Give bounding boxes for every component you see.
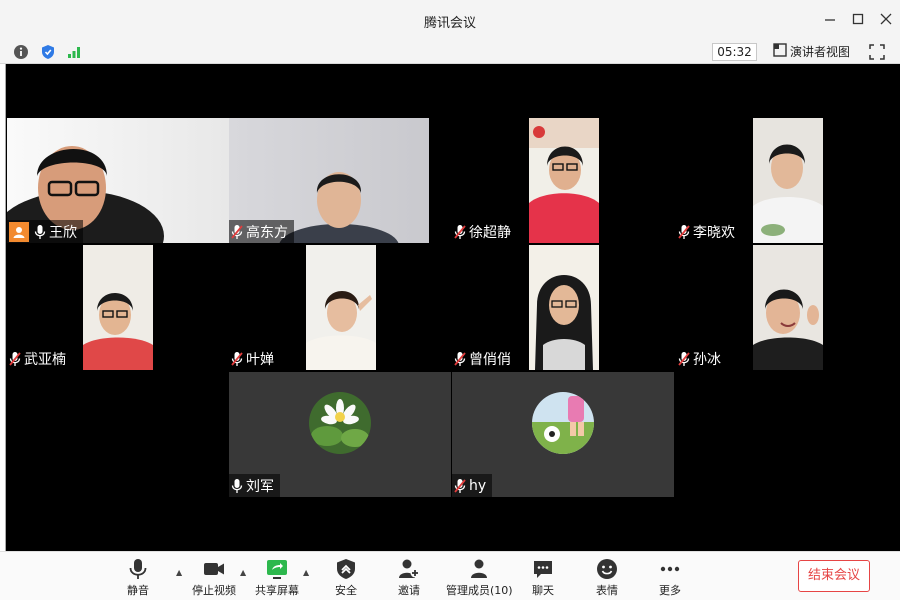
- participant-name: 叶婵: [246, 351, 274, 368]
- microphone-icon: [129, 559, 147, 579]
- close-icon[interactable]: [878, 11, 894, 27]
- stop-video-label: 停止视频: [192, 584, 236, 597]
- invite-label: 邀请: [398, 584, 420, 597]
- meeting-timer: 05:32: [712, 43, 757, 61]
- video-tile-3[interactable]: 徐超静: [452, 118, 674, 243]
- security-button[interactable]: 安全: [335, 558, 357, 598]
- mic-muted-icon: [454, 478, 466, 493]
- chat-button[interactable]: 聊天: [532, 558, 554, 598]
- window-title: 腾讯会议: [423, 16, 476, 31]
- manage-members-button[interactable]: 管理成员(10): [446, 558, 513, 598]
- chat-icon: [534, 561, 552, 578]
- title-bar: 腾讯会议: [0, 0, 900, 40]
- video-tile-7[interactable]: 曾俏俏: [452, 245, 674, 370]
- minimize-icon[interactable]: [822, 11, 838, 27]
- participant-video: [306, 245, 376, 370]
- video-tile-8[interactable]: 孙冰: [676, 245, 898, 370]
- participant-video: [753, 118, 823, 243]
- participant-nametag: 叶婵: [229, 347, 280, 370]
- participant-nametag: 刘军: [229, 474, 280, 497]
- mic-icon: [231, 478, 243, 493]
- mic-muted-icon: [678, 351, 690, 366]
- stop-video-button[interactable]: 停止视频: [192, 558, 236, 598]
- mute-label: 静音: [127, 584, 149, 597]
- mic-muted-icon: [231, 351, 243, 366]
- participant-name: 刘军: [246, 478, 274, 495]
- video-tile-5[interactable]: 武亚楠: [7, 245, 229, 370]
- emoji-icon: [597, 559, 617, 579]
- participant-nametag: 高东方: [229, 220, 294, 243]
- participant-avatar: [309, 392, 371, 454]
- shield-icon: [337, 559, 355, 579]
- fullscreen-icon[interactable]: [868, 43, 886, 61]
- end-meeting-button[interactable]: 结束会议: [798, 560, 870, 592]
- more-button[interactable]: 更多: [659, 558, 681, 598]
- participant-name: 孙冰: [693, 351, 721, 368]
- participant-name: 王欣: [49, 224, 77, 241]
- more-icon: [660, 566, 680, 572]
- more-label: 更多: [659, 584, 681, 597]
- participant-name: 徐超静: [469, 224, 511, 241]
- participant-name: 李晓欢: [693, 224, 735, 241]
- speaker-view-icon: [773, 42, 787, 62]
- signal-icon[interactable]: [66, 44, 82, 60]
- participant-nametag: 武亚楠: [7, 347, 72, 370]
- members-icon: [471, 559, 488, 578]
- share-screen-icon: [267, 560, 287, 579]
- reactions-button[interactable]: 表情: [596, 558, 618, 598]
- mute-button[interactable]: 静音: [127, 558, 149, 598]
- video-tile-10[interactable]: hy: [452, 372, 674, 497]
- participant-video: [753, 245, 823, 370]
- video-tile-6[interactable]: 叶婵: [229, 245, 451, 370]
- share-options-chevron-icon[interactable]: ▲: [303, 568, 309, 577]
- host-icon: [9, 221, 29, 242]
- mic-icon: [34, 224, 46, 239]
- video-tile-2[interactable]: 高东方: [229, 118, 451, 243]
- mic-muted-icon: [454, 224, 466, 239]
- participant-video: [529, 118, 599, 243]
- mic-muted-icon: [678, 224, 690, 239]
- share-screen-label: 共享屏幕: [255, 584, 299, 597]
- speaker-view-label: 演讲者视图: [790, 45, 851, 59]
- meeting-toolbar: 静音 ▲ 停止视频 ▲ 共享屏幕 ▲ 安全 邀请 管理成员(10) 聊天 表情 …: [0, 551, 900, 600]
- security-label: 安全: [335, 584, 357, 597]
- participant-name: 武亚楠: [24, 351, 66, 368]
- reactions-label: 表情: [596, 584, 618, 597]
- mic-muted-icon: [454, 351, 466, 366]
- video-tile-9[interactable]: 刘军: [229, 372, 451, 497]
- maximize-icon[interactable]: [850, 11, 866, 27]
- add-user-icon: [399, 559, 420, 578]
- participant-name: hy: [469, 477, 487, 494]
- video-camera-icon: [204, 563, 224, 575]
- participant-name: 高东方: [246, 224, 288, 241]
- audio-options-chevron-icon[interactable]: ▲: [176, 568, 182, 577]
- invite-button[interactable]: 邀请: [398, 558, 420, 598]
- status-bar: 05:32 演讲者视图: [0, 40, 900, 64]
- manage-members-label: 管理成员(10): [446, 584, 513, 597]
- participant-nametag: 孙冰: [676, 347, 727, 370]
- share-screen-button[interactable]: 共享屏幕: [255, 558, 299, 598]
- participant-nametag: 李晓欢: [676, 220, 741, 243]
- mic-muted-icon: [9, 351, 21, 366]
- participant-nametag: 曾俏俏: [452, 347, 517, 370]
- participant-video: [529, 245, 599, 370]
- video-grid: 王欣 高东方 徐超静 李晓欢 武亚楠 叶婵 曾俏俏 孙冰 刘军 hy: [6, 64, 900, 551]
- participant-nametag: 徐超静: [452, 220, 517, 243]
- video-options-chevron-icon[interactable]: ▲: [240, 568, 246, 577]
- video-tile-1[interactable]: 王欣: [7, 118, 229, 243]
- speaker-view-button[interactable]: 演讲者视图: [773, 42, 851, 62]
- security-shield-icon[interactable]: [40, 44, 56, 60]
- participant-name: 曾俏俏: [469, 351, 511, 368]
- participant-nametag: hy: [452, 474, 493, 497]
- mic-muted-icon: [231, 224, 243, 239]
- participant-avatar: [532, 392, 594, 454]
- info-icon[interactable]: [13, 44, 29, 60]
- chat-label: 聊天: [532, 584, 554, 597]
- participant-nametag: 王欣: [7, 220, 83, 243]
- participant-video: [83, 245, 153, 370]
- video-tile-4[interactable]: 李晓欢: [676, 118, 898, 243]
